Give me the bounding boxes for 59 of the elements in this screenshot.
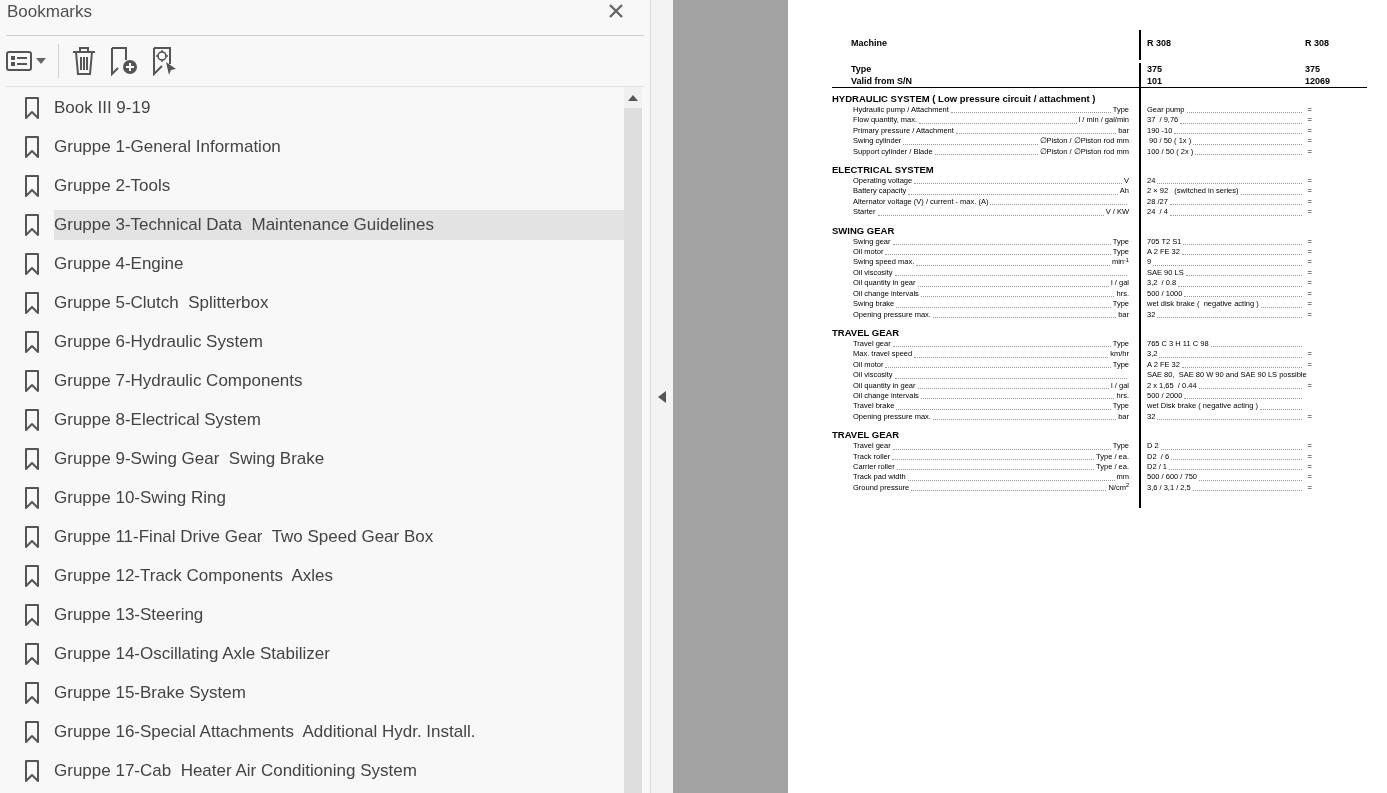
bookmark-icon: [24, 95, 40, 120]
options-menu-button[interactable]: [6, 50, 46, 72]
header-label: Machine: [850, 37, 888, 49]
bookmark-icon: [24, 563, 40, 588]
header-label: Valid from S/N: [850, 75, 913, 87]
bookmark-icon: [24, 368, 40, 393]
bookmark-item[interactable]: Gruppe 11-Final Drive Gear Two Speed Gear Box: [54, 521, 625, 552]
section-heading: SWING GEAR: [832, 224, 896, 237]
scroll-up-icon[interactable]: [628, 95, 639, 101]
section-heading: HYDRAULIC SYSTEM ( Low pressure circuit / attachment ): [832, 93, 1097, 105]
delete-button[interactable]: [71, 46, 97, 76]
header-value: 375: [1147, 63, 1164, 75]
bookmark-icon: [24, 329, 40, 354]
bookmark-icon: [24, 641, 40, 666]
bookmark-icon: [24, 407, 40, 432]
bookmark-item[interactable]: Gruppe 4-Engine: [54, 248, 625, 279]
bookmark-item[interactable]: Gruppe 17-Cab Heater Air Conditioning System: [54, 755, 625, 786]
bookmark-item[interactable]: Gruppe 1-General Information: [54, 131, 625, 162]
bookmark-item[interactable]: Gruppe 7-Hydraulic Components: [54, 365, 625, 396]
header-label: Type: [850, 63, 873, 75]
header-value: 12069: [1305, 75, 1331, 87]
bookmark-item[interactable]: Gruppe 2-Tools: [54, 170, 625, 201]
bookmark-icon: [24, 680, 40, 705]
caret-icon: [36, 58, 46, 64]
bookmark-item[interactable]: Gruppe 12-Track Components Axles: [54, 560, 625, 591]
bookmark-item[interactable]: Gruppe 6-Hydraulic System: [54, 326, 625, 357]
bookmark-icon: [24, 602, 40, 627]
section-heading: TRAVEL GEAR: [832, 429, 901, 442]
bookmark-icon: [24, 134, 40, 159]
scrollbar[interactable]: [624, 87, 643, 793]
bookmark-icon: [24, 290, 40, 315]
bookmark-icon: [24, 485, 40, 510]
add-bookmark-button[interactable]: [109, 46, 139, 76]
bookmark-item[interactable]: Gruppe 13-Steering: [54, 599, 625, 630]
panel-title: Bookmarks: [7, 2, 93, 20]
bookmark-item[interactable]: Gruppe 5-Clutch Splitterbox: [54, 287, 625, 318]
bookmark-icon: [24, 173, 40, 198]
bookmark-item[interactable]: Book III 9-19: [54, 92, 625, 123]
bookmark-item[interactable]: Gruppe 14-Oscillating Axle Stabilizer: [54, 638, 625, 669]
header-value: R 308: [1147, 37, 1173, 49]
bookmark-icon: [24, 446, 40, 471]
bookmark-item[interactable]: Gruppe 8-Electrical System: [54, 404, 625, 435]
header-value: 375: [1305, 63, 1321, 75]
section-heading: TRAVEL GEAR: [832, 326, 901, 339]
bookmark-item[interactable]: Gruppe 16-Special Attachments Additional Hydr. Install.: [54, 716, 625, 747]
close-button[interactable]: [608, 3, 625, 19]
bookmark-icon: [24, 719, 40, 744]
bookmark-icon: [24, 212, 40, 237]
header-value: 101: [1147, 75, 1164, 87]
bookmark-item[interactable]: Gruppe 15-Brake System: [54, 677, 625, 708]
bookmark-item[interactable]: Gruppe 3-Technical Data Maintenance Guidelines: [54, 209, 625, 240]
bookmark-icon: [24, 524, 40, 549]
collapse-panel-button[interactable]: [658, 390, 667, 403]
bookmark-item[interactable]: Gruppe 9-Swing Gear Swing Brake: [54, 443, 625, 474]
section-heading: ELECTRICAL SYSTEM: [832, 164, 935, 177]
bookmark-icon: [24, 251, 40, 276]
header-value: R 308: [1305, 37, 1330, 49]
bookmark-item[interactable]: Gruppe 10-Swing Ring: [54, 482, 625, 513]
bookmark-icon: [24, 758, 40, 783]
